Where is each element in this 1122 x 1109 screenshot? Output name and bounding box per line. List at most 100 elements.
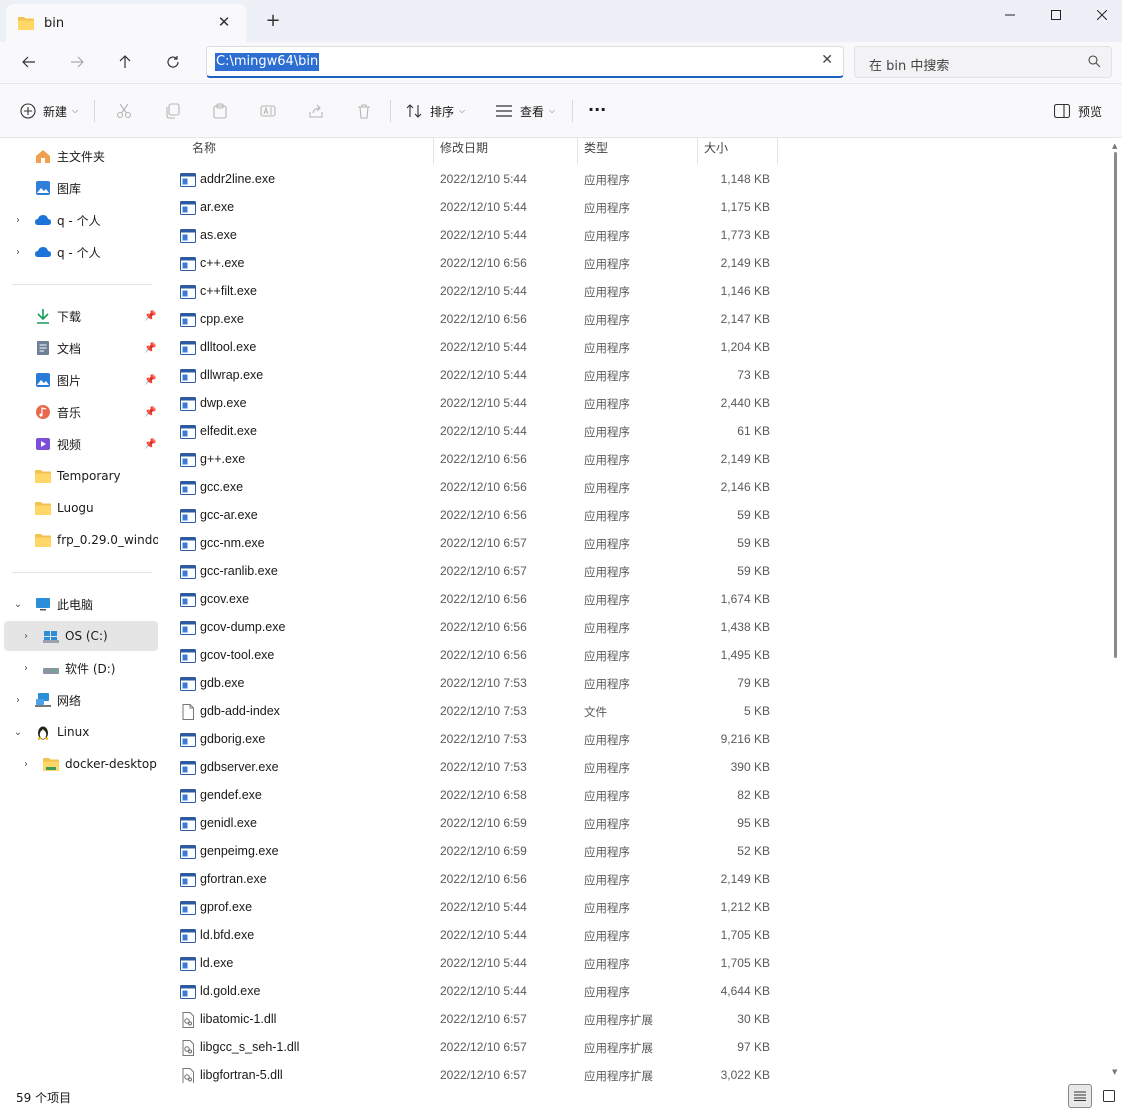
sidebar-item-pictures[interactable]: 图片 📌 — [4, 365, 158, 395]
file-row[interactable]: gdbserver.exe 2022/12/10 7:53 应用程序 390 KB — [160, 754, 1110, 782]
delete-button[interactable] — [352, 99, 376, 123]
sidebar-item-this-pc[interactable]: ⌄ 此电脑 — [4, 589, 158, 619]
file-row[interactable]: ld.exe 2022/12/10 5:44 应用程序 1,705 KB — [160, 950, 1110, 978]
view-button[interactable]: 查看 ⌵ — [496, 99, 555, 123]
sidebar-item-gallery[interactable]: 图库 — [4, 173, 158, 203]
tiles-view-button[interactable] — [1097, 1084, 1121, 1108]
address-clear-button[interactable]: ✕ — [821, 52, 833, 68]
share-button[interactable] — [304, 99, 328, 123]
up-button[interactable] — [112, 50, 138, 74]
cut-button[interactable] — [112, 99, 136, 123]
column-type-header[interactable]: 类型 — [584, 139, 608, 159]
sidebar-item-videos[interactable]: 视频 📌 — [4, 429, 158, 459]
paste-button[interactable] — [208, 99, 232, 123]
sidebar-item-luogu[interactable]: Luogu — [4, 493, 158, 523]
file-row[interactable]: dllwrap.exe 2022/12/10 5:44 应用程序 73 KB — [160, 362, 1110, 390]
column-divider[interactable] — [433, 138, 434, 164]
forward-button[interactable] — [64, 50, 90, 74]
file-row[interactable]: gdb-add-index 2022/12/10 7:53 文件 5 KB — [160, 698, 1110, 726]
rename-button[interactable] — [256, 99, 280, 123]
scrollbar-thumb[interactable] — [1114, 152, 1117, 658]
file-row[interactable]: c++.exe 2022/12/10 6:56 应用程序 2,149 KB — [160, 250, 1110, 278]
chevron-right-icon[interactable]: › — [20, 663, 32, 674]
address-path[interactable]: C:\mingw64\bin — [215, 53, 320, 71]
more-options-button[interactable]: ··· — [588, 97, 606, 121]
sidebar-item-onedrive[interactable]: › q - 个人 — [4, 237, 158, 267]
file-name: ld.exe — [200, 956, 234, 970]
column-divider[interactable] — [577, 138, 578, 164]
column-divider[interactable] — [777, 138, 778, 164]
file-row[interactable]: ld.bfd.exe 2022/12/10 5:44 应用程序 1,705 KB — [160, 922, 1110, 950]
file-row[interactable]: gdborig.exe 2022/12/10 7:53 应用程序 9,216 KB — [160, 726, 1110, 754]
file-row[interactable]: gcc-ar.exe 2022/12/10 6:56 应用程序 59 KB — [160, 502, 1110, 530]
file-row[interactable]: gendef.exe 2022/12/10 6:58 应用程序 82 KB — [160, 782, 1110, 810]
minimize-button[interactable] — [987, 0, 1033, 30]
preview-button[interactable]: 预览 — [1054, 99, 1102, 123]
file-row[interactable]: genidl.exe 2022/12/10 6:59 应用程序 95 KB — [160, 810, 1110, 838]
file-row[interactable]: dwp.exe 2022/12/10 5:44 应用程序 2,440 KB — [160, 390, 1110, 418]
sidebar-item-os-c[interactable]: › OS (C:) — [4, 621, 158, 651]
sidebar-item-docker-desktop[interactable]: › docker-desktop — [4, 749, 158, 779]
file-row[interactable]: gcc-nm.exe 2022/12/10 6:57 应用程序 59 KB — [160, 530, 1110, 558]
file-row[interactable]: gfortran.exe 2022/12/10 6:56 应用程序 2,149 KB — [160, 866, 1110, 894]
file-row[interactable]: gcov.exe 2022/12/10 6:56 应用程序 1,674 KB — [160, 586, 1110, 614]
file-row[interactable]: g++.exe 2022/12/10 6:56 应用程序 2,149 KB — [160, 446, 1110, 474]
chevron-down-icon[interactable]: ⌄ — [12, 727, 24, 738]
scroll-down-icon[interactable]: ▼ — [1112, 1068, 1117, 1076]
sidebar-item-documents[interactable]: 文档 📌 — [4, 333, 158, 363]
sidebar-item-music[interactable]: 音乐 📌 — [4, 397, 158, 427]
file-row[interactable]: gprof.exe 2022/12/10 5:44 应用程序 1,212 KB — [160, 894, 1110, 922]
file-row[interactable]: elfedit.exe 2022/12/10 5:44 应用程序 61 KB — [160, 418, 1110, 446]
file-row[interactable]: gcov-dump.exe 2022/12/10 6:56 应用程序 1,438 KB — [160, 614, 1110, 642]
vertical-scrollbar[interactable]: ▲ ▼ — [1110, 138, 1122, 1083]
sidebar-item-network[interactable]: › 网络 — [4, 685, 158, 715]
details-view-button[interactable] — [1068, 1084, 1092, 1108]
tab-close-button[interactable]: ✕ — [214, 13, 234, 31]
search-box[interactable]: 在 bin 中搜索 — [854, 46, 1112, 78]
refresh-button[interactable] — [160, 50, 186, 74]
column-divider[interactable] — [697, 138, 698, 164]
file-row[interactable]: libgcc_s_seh-1.dll 2022/12/10 6:57 应用程序扩展 9… — [160, 1034, 1110, 1062]
column-size-header[interactable]: 大小 — [704, 139, 728, 159]
scroll-up-icon[interactable]: ▲ — [1112, 142, 1117, 150]
file-row[interactable]: cpp.exe 2022/12/10 6:56 应用程序 2,147 KB — [160, 306, 1110, 334]
close-window-button[interactable] — [1079, 0, 1122, 30]
sidebar-item-downloads[interactable]: 下载 📌 — [4, 301, 158, 331]
chevron-right-icon[interactable]: › — [20, 759, 32, 770]
address-bar[interactable]: C:\mingw64\bin ✕ — [206, 46, 844, 78]
file-row[interactable]: gcc-ranlib.exe 2022/12/10 6:57 应用程序 59 KB — [160, 558, 1110, 586]
file-row[interactable]: addr2line.exe 2022/12/10 5:44 应用程序 1,148 KB — [160, 166, 1110, 194]
copy-button[interactable] — [160, 99, 184, 123]
sidebar-item-linux[interactable]: ⌄ Linux — [4, 717, 158, 747]
maximize-button[interactable] — [1033, 0, 1079, 30]
back-button[interactable] — [16, 50, 42, 74]
file-row[interactable]: dlltool.exe 2022/12/10 5:44 应用程序 1,204 KB — [160, 334, 1110, 362]
chevron-right-icon[interactable]: › — [20, 631, 32, 642]
new-tab-button[interactable]: + — [262, 11, 284, 31]
file-row[interactable]: ar.exe 2022/12/10 5:44 应用程序 1,175 KB — [160, 194, 1110, 222]
sidebar-item-soft-d[interactable]: › 软件 (D:) — [4, 653, 158, 683]
file-row[interactable]: libatomic-1.dll 2022/12/10 6:57 应用程序扩展 30 K… — [160, 1006, 1110, 1034]
new-button[interactable]: 新建 ⌵ — [20, 99, 78, 123]
sidebar-item-frp[interactable]: frp_0.29.0_windov — [4, 525, 158, 555]
file-row[interactable]: gcov-tool.exe 2022/12/10 6:56 应用程序 1,495 KB — [160, 642, 1110, 670]
file-row[interactable]: c++filt.exe 2022/12/10 5:44 应用程序 1,146 KB — [160, 278, 1110, 306]
file-row[interactable]: genpeimg.exe 2022/12/10 6:59 应用程序 52 KB — [160, 838, 1110, 866]
tab-bin[interactable]: bin ✕ — [6, 4, 246, 42]
file-row[interactable]: libgfortran-5.dll 2022/12/10 6:57 应用程序扩展 3,… — [160, 1062, 1110, 1083]
chevron-right-icon[interactable]: › — [12, 215, 24, 226]
file-row[interactable]: gcc.exe 2022/12/10 6:56 应用程序 2,146 KB — [160, 474, 1110, 502]
file-row[interactable]: gdb.exe 2022/12/10 7:53 应用程序 79 KB — [160, 670, 1110, 698]
file-row[interactable]: as.exe 2022/12/10 5:44 应用程序 1,773 KB — [160, 222, 1110, 250]
sidebar-item-temporary[interactable]: Temporary — [4, 461, 158, 491]
chevron-down-icon[interactable]: ⌄ — [12, 599, 24, 610]
chevron-right-icon[interactable]: › — [12, 247, 24, 258]
search-input[interactable]: 在 bin 中搜索 — [869, 55, 949, 74]
chevron-right-icon[interactable]: › — [12, 695, 24, 706]
column-name-header[interactable]: 名称 — [192, 139, 216, 159]
sort-button[interactable]: 排序 ⌵ — [406, 99, 465, 123]
file-row[interactable]: ld.gold.exe 2022/12/10 5:44 应用程序 4,644 KB — [160, 978, 1110, 1006]
sidebar-item-onedrive[interactable]: › q - 个人 — [4, 205, 158, 235]
column-date-header[interactable]: 修改日期 — [440, 139, 488, 159]
sidebar-item-home[interactable]: 主文件夹 — [4, 141, 158, 171]
